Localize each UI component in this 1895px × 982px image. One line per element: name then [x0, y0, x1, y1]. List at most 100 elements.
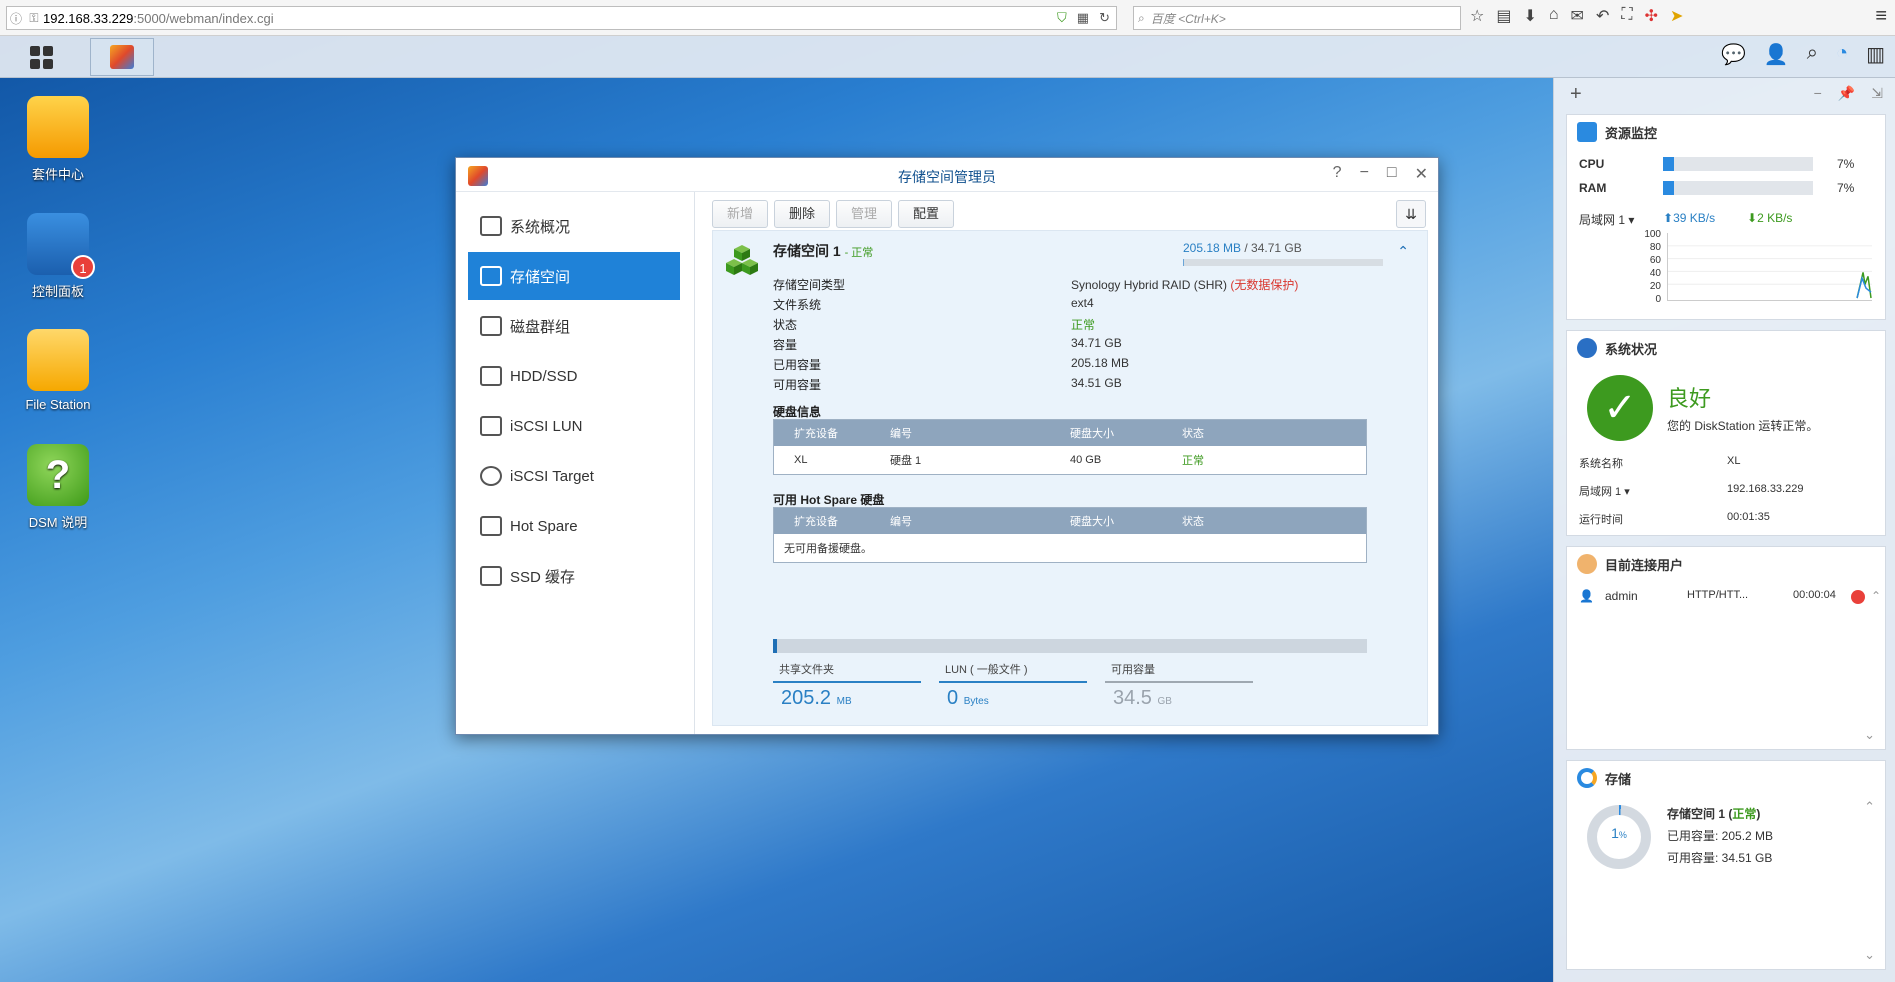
reload-icon[interactable]: ↻ — [1099, 10, 1110, 26]
nav-ssd-cache[interactable]: SSD 缓存 — [468, 552, 680, 600]
reading-list-icon[interactable]: ▤ — [1496, 6, 1511, 26]
minimize-icon[interactable]: − — [1360, 164, 1369, 184]
config-button[interactable]: 配置 — [898, 200, 955, 228]
manage-button[interactable]: 管理 — [836, 200, 893, 228]
spare-table: 扩充设备 编号 硬盘大小 状态 无可用备援硬盘。 — [773, 507, 1367, 563]
lan-select[interactable]: 局域网 1 ▾ — [1579, 483, 1630, 499]
create-button[interactable]: 新增 — [712, 200, 769, 228]
layout-icon[interactable]: ▥ — [1866, 42, 1885, 67]
expand-icon[interactable]: ⌄ — [1864, 727, 1875, 743]
minimize-icon[interactable]: − — [1814, 85, 1822, 102]
network-select[interactable]: 局域网 1 ▾ — [1579, 211, 1634, 228]
sort-button[interactable]: ⇊ — [1396, 200, 1426, 228]
main-menu-button[interactable] — [10, 40, 72, 74]
notification-icon[interactable]: 💬 — [1721, 42, 1746, 67]
upload-value: 39 KB/s — [1673, 211, 1716, 225]
search-input[interactable]: ⌕ 百度 <Ctrl+K> — [1133, 6, 1461, 30]
prop-key: 存储空间类型 — [773, 278, 846, 292]
search-icon[interactable]: ⌕ — [1807, 42, 1818, 67]
nav-label: HDD/SSD — [510, 367, 578, 385]
ram-bar-fill — [1663, 181, 1674, 195]
column-header[interactable]: 编号 — [890, 513, 1070, 529]
column-header[interactable]: 硬盘大小 — [1070, 513, 1182, 529]
storage-percent-unit: % — [1618, 830, 1627, 840]
graph-tick: 0 — [1655, 294, 1661, 305]
storage-percent-value: 1 — [1611, 825, 1619, 841]
collapse-icon[interactable]: ⌃ — [1397, 243, 1409, 260]
nav-iscsi-target[interactable]: iSCSI Target — [468, 452, 680, 500]
prop-key: 已用容量 — [773, 358, 822, 372]
expand-icon[interactable]: ⌄ — [1864, 947, 1875, 963]
undo-icon[interactable]: ↶ — [1596, 6, 1609, 26]
widget-toggle-icon[interactable]: ◔ — [1836, 42, 1848, 67]
column-header[interactable]: 状态 — [1182, 513, 1282, 529]
volume-total: / 34.71 GB — [1241, 241, 1302, 255]
chat-icon[interactable]: ✉ — [1571, 6, 1584, 26]
user-row[interactable]: 👤 admin HTTP/HTT... 00:00:04 ⌃ — [1579, 589, 1881, 609]
summary-shared-folder: 共享文件夹 205.2 MB — [773, 661, 921, 710]
kv-key: 运行时间 — [1579, 514, 1623, 526]
nav-volume[interactable]: 存储空间 — [468, 252, 680, 300]
cursor-icon[interactable]: ➤ — [1670, 6, 1683, 26]
file-station-icon — [27, 329, 89, 391]
desktop-icon-label: DSM 说明 — [28, 515, 88, 530]
bookmark-star-icon[interactable]: ☆ — [1470, 6, 1484, 26]
column-header[interactable]: 扩充设备 — [774, 513, 890, 529]
desktop-icon-package-center[interactable]: 套件中心 — [8, 96, 108, 183]
taskbar-storage-manager[interactable] — [90, 38, 154, 76]
maximize-icon[interactable]: □ — [1387, 164, 1397, 184]
url-bar[interactable]: ⓘ ⚿ 192.168.33.229:5000/webman/index.cgi… — [6, 6, 1117, 30]
column-header[interactable]: 状态 — [1182, 425, 1282, 441]
home-icon[interactable]: ⌂ — [1549, 6, 1559, 26]
user-icon[interactable]: 👤 — [1764, 42, 1789, 67]
volume-panel: 存储空间 1 - 正常 205.18 MB / 34.71 GB ⌃ 存储空间类… — [712, 230, 1428, 726]
column-header[interactable]: 硬盘大小 — [1070, 425, 1182, 441]
nav-overview[interactable]: 系统概况 — [468, 202, 680, 250]
help-icon: ? — [27, 444, 89, 506]
url-host: 192.168.33.229 — [43, 10, 134, 26]
resource-monitor-widget: 资源监控 CPU 7% RAM 7% 局域网 1 ▾ ⬆39 KB/s ⬇2 K… — [1566, 114, 1886, 320]
prop-value: Synology Hybrid RAID (SHR) (无数据保护) — [1071, 276, 1298, 293]
window-titlebar[interactable]: 存储空间管理员 ? − □ ✕ — [456, 158, 1438, 192]
qr-icon[interactable]: ▦ — [1077, 10, 1089, 26]
desktop-icon-dsm-help[interactable]: ? DSM 说明 — [8, 444, 108, 531]
close-icon[interactable]: ✕ — [1415, 164, 1428, 184]
kv-value: 192.168.33.229 — [1727, 483, 1804, 495]
prop-key: 状态 — [773, 318, 798, 332]
summary-lun: LUN ( 一般文件 ) 0 Bytes — [939, 661, 1087, 710]
summary-label: LUN ( 一般文件 ) — [939, 661, 1087, 683]
collapse-icon[interactable]: ⌃ — [1864, 799, 1875, 815]
iscsi-lun-icon — [480, 416, 502, 436]
info-icon[interactable]: ⓘ — [7, 10, 25, 27]
sort-icon: ⇊ — [1405, 206, 1417, 222]
desktop-icon-label: File Station — [25, 397, 91, 412]
settings-icon[interactable]: ⇲ — [1871, 85, 1883, 102]
kick-user-icon[interactable] — [1851, 590, 1865, 604]
volume-usage-fill — [1183, 259, 1185, 266]
desktop-icon-control-panel[interactable]: 1 控制面板 — [8, 213, 108, 300]
menu-icon[interactable]: ≡ — [1875, 5, 1887, 28]
download-icon[interactable]: ⬇ — [1523, 6, 1536, 26]
prop-key: 容量 — [773, 338, 798, 352]
shield-icon[interactable]: ⛉ — [1057, 10, 1067, 26]
delete-button[interactable]: 删除 — [774, 200, 831, 228]
column-header[interactable]: 扩充设备 — [774, 425, 890, 441]
nav-disk-group[interactable]: 磁盘群组 — [468, 302, 680, 350]
nav-iscsi-lun[interactable]: iSCSI LUN — [468, 402, 680, 450]
extension-icon[interactable]: ✣ — [1645, 6, 1658, 26]
pin-icon[interactable]: 📌 — [1838, 85, 1855, 102]
add-widget-icon[interactable]: + — [1570, 83, 1582, 106]
globe-icon — [480, 466, 502, 486]
column-header[interactable]: 编号 — [890, 425, 1070, 441]
help-icon[interactable]: ? — [1333, 164, 1342, 184]
nav-hdd-ssd[interactable]: HDD/SSD — [468, 352, 680, 400]
collapse-icon[interactable]: ⌃ — [1871, 589, 1881, 603]
prop-key: 文件系统 — [773, 298, 822, 312]
desktop-icon-file-station[interactable]: File Station — [8, 329, 108, 412]
table-header: 扩充设备 编号 硬盘大小 状态 — [774, 508, 1366, 534]
download-rate: ⬇2 KB/s — [1747, 211, 1792, 225]
crop-icon[interactable]: ⛶ — [1621, 6, 1632, 26]
widgets-panel: + − 📌 ⇲ 资源监控 CPU 7% RAM 7% 局域网 1 ▾ ⬆39 K… — [1553, 78, 1895, 982]
nav-hot-spare[interactable]: Hot Spare — [468, 502, 680, 550]
table-row[interactable]: XL 硬盘 1 40 GB 正常 — [774, 446, 1366, 474]
